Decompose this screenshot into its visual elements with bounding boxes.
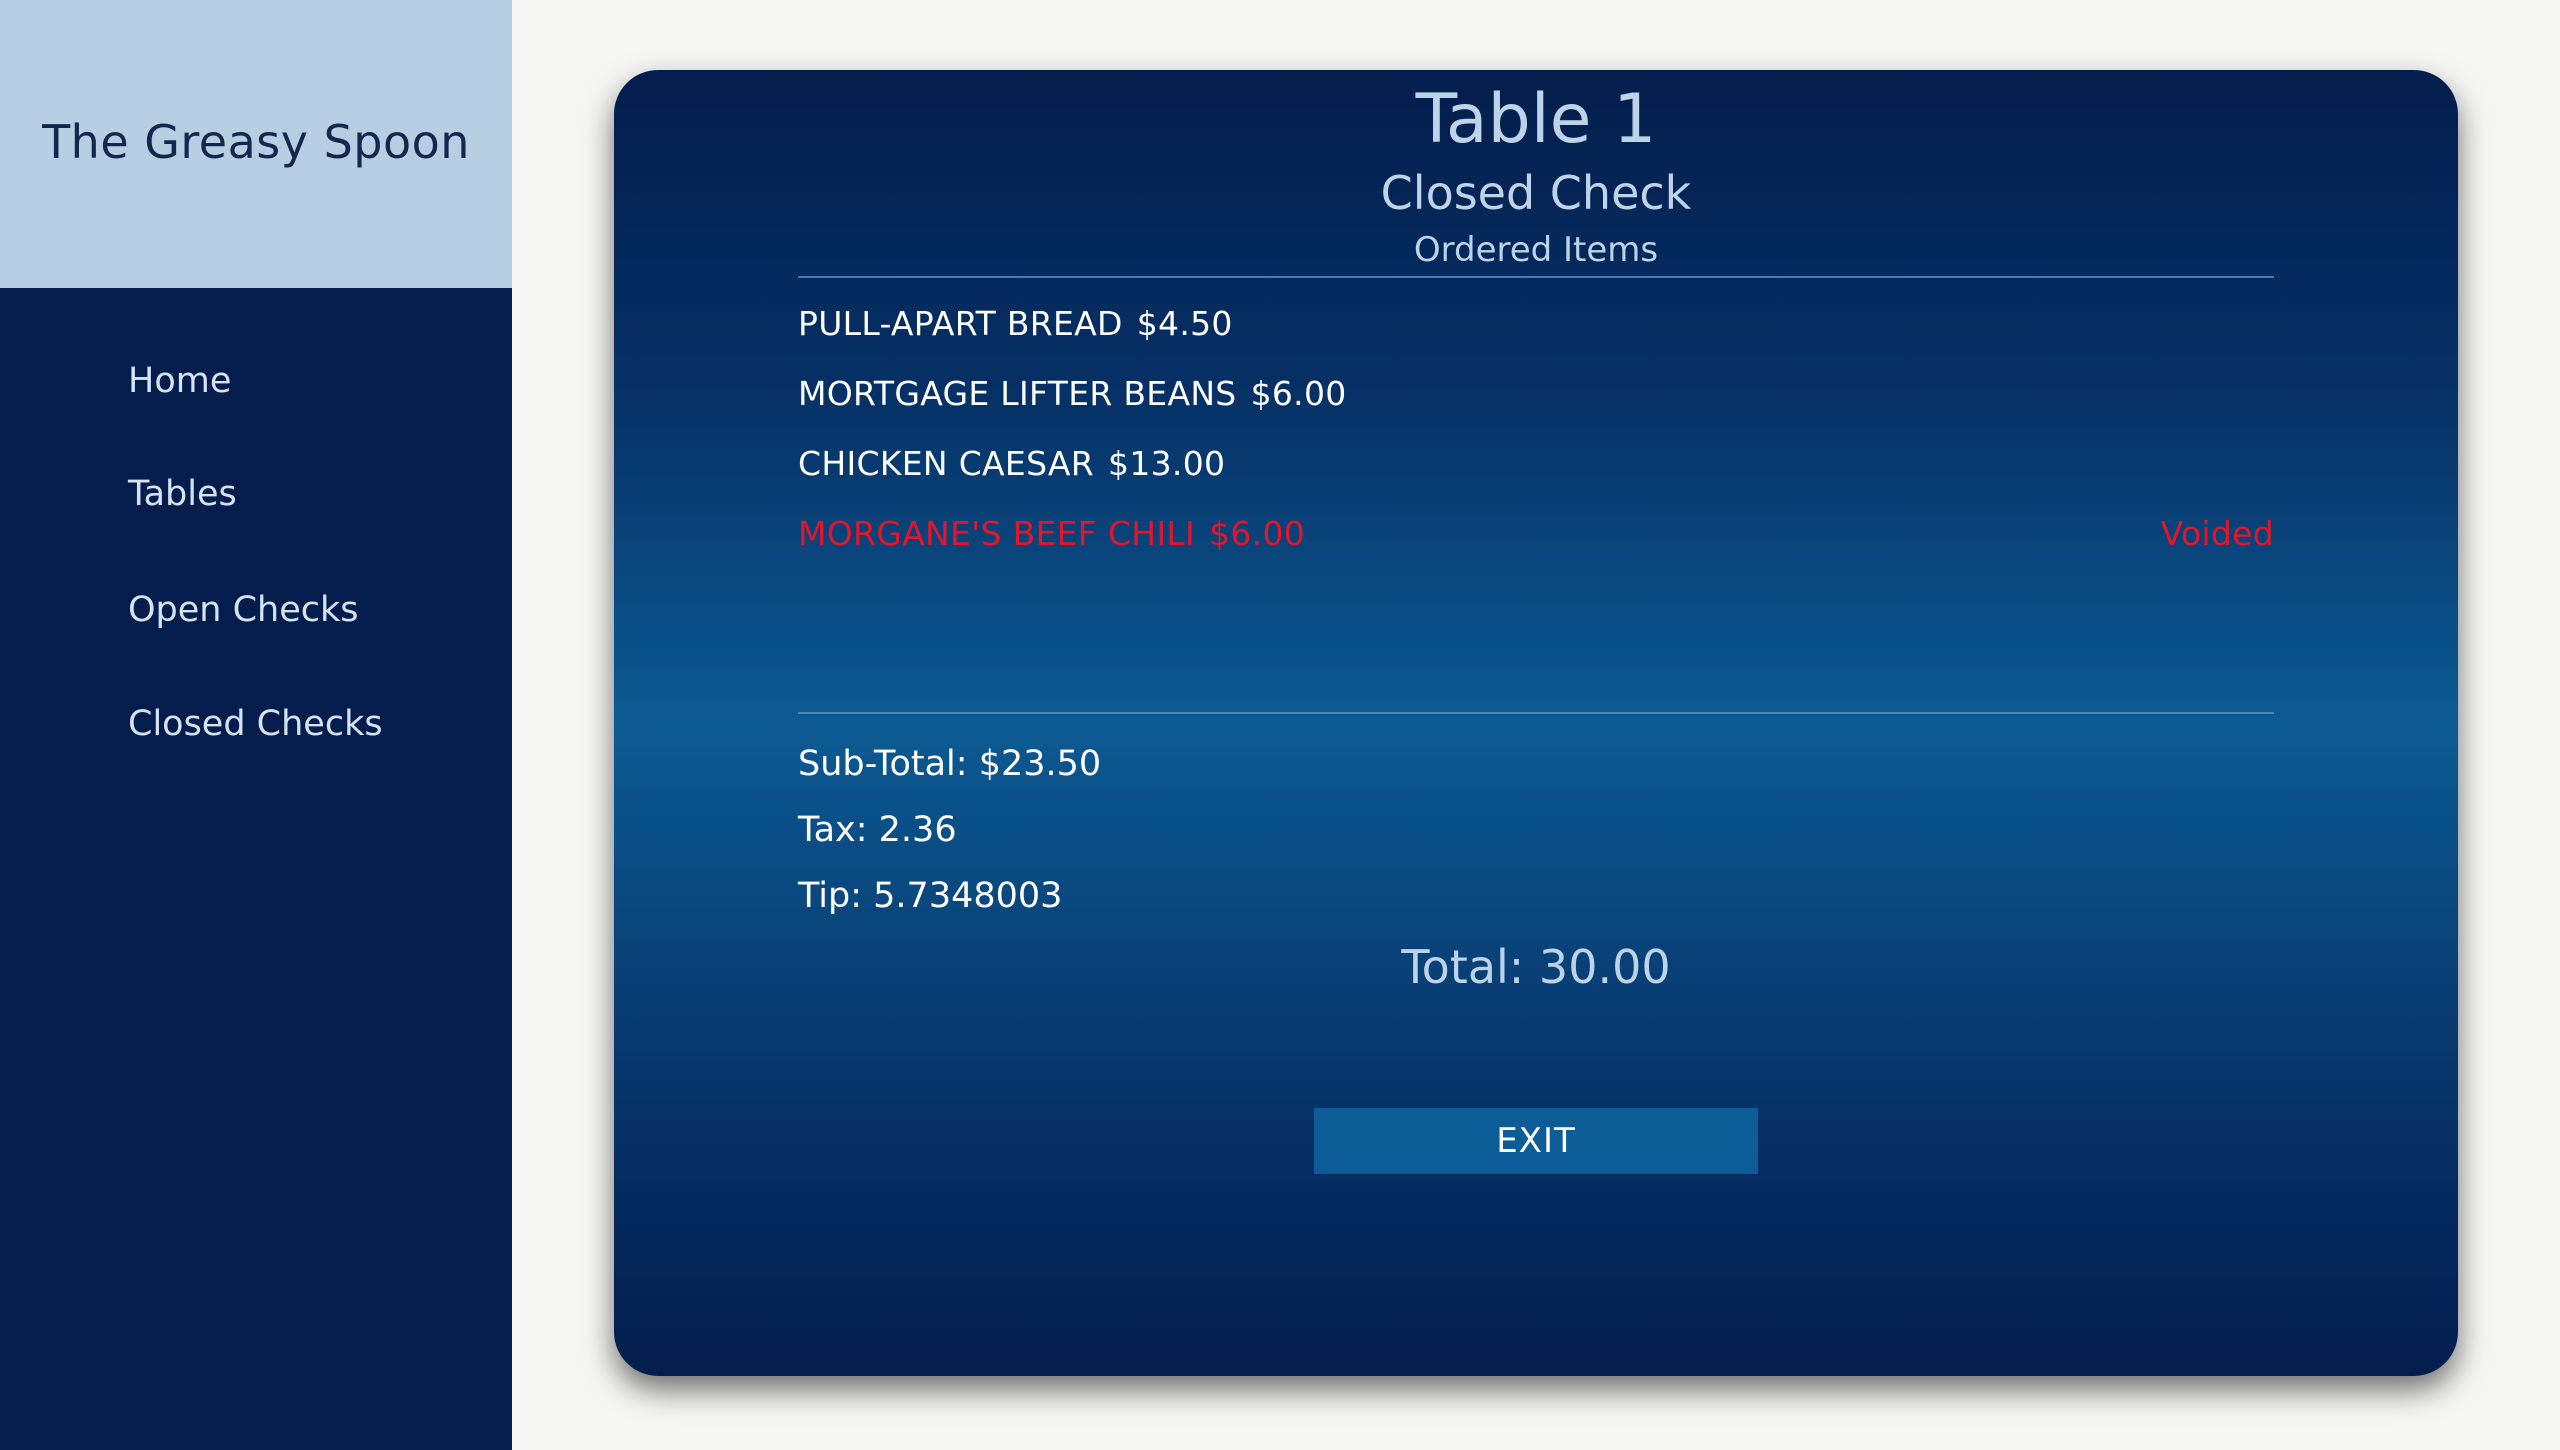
item-name: MORTGAGE LIFTER BEANS — [798, 374, 1237, 413]
item-name: PULL-APART BREAD — [798, 304, 1123, 343]
item-price: $4.50 — [1136, 304, 1233, 343]
voided-status: Voided — [2160, 514, 2274, 553]
item-name: CHICKEN CAESAR — [798, 444, 1095, 483]
list-item: MORTGAGE LIFTER BEANS $6.00 — [798, 374, 2274, 444]
item-price: $6.00 — [1250, 374, 1347, 413]
ordered-items-label: Ordered Items — [1413, 230, 1659, 270]
sidebar-item-tables[interactable]: Tables — [128, 474, 237, 514]
item-name: MORGANE'S BEEF CHILI — [798, 514, 1196, 553]
table-title: Table 1 — [1415, 80, 1657, 159]
subtotal: Sub-Total: $23.50 — [798, 744, 1102, 784]
list-item: CHICKEN CAESAR $13.00 — [798, 444, 2274, 514]
brand-title: The Greasy Spoon — [42, 115, 470, 169]
check-panel: Table 1 Closed Check Ordered Items PULL-… — [614, 70, 2458, 1376]
tax: Tax: 2.36 — [798, 810, 957, 850]
ordered-items-list: PULL-APART BREAD $4.50 MORTGAGE LIFTER BE… — [798, 304, 2274, 584]
sidebar-item-home[interactable]: Home — [128, 361, 231, 401]
item-price: $13.00 — [1108, 444, 1226, 483]
exit-button[interactable]: EXIT — [1314, 1108, 1758, 1174]
check-status-title: Closed Check — [1380, 166, 1692, 220]
sidebar: The Greasy Spoon Home Tables Open Checks… — [0, 0, 512, 1450]
tip: Tip: 5.7348003 — [798, 876, 1063, 916]
sidebar-item-closed-checks[interactable]: Closed Checks — [128, 704, 383, 744]
brand-header: The Greasy Spoon — [0, 0, 512, 288]
top-divider — [798, 276, 2274, 278]
grand-total: Total: 30.00 — [1401, 940, 1671, 994]
list-item-voided: MORGANE'S BEEF CHILI $6.00 Voided — [798, 514, 2274, 584]
item-price: $6.00 — [1209, 514, 1306, 553]
bottom-divider — [798, 712, 2274, 714]
sidebar-item-open-checks[interactable]: Open Checks — [128, 590, 359, 630]
list-item: PULL-APART BREAD $4.50 — [798, 304, 2274, 374]
